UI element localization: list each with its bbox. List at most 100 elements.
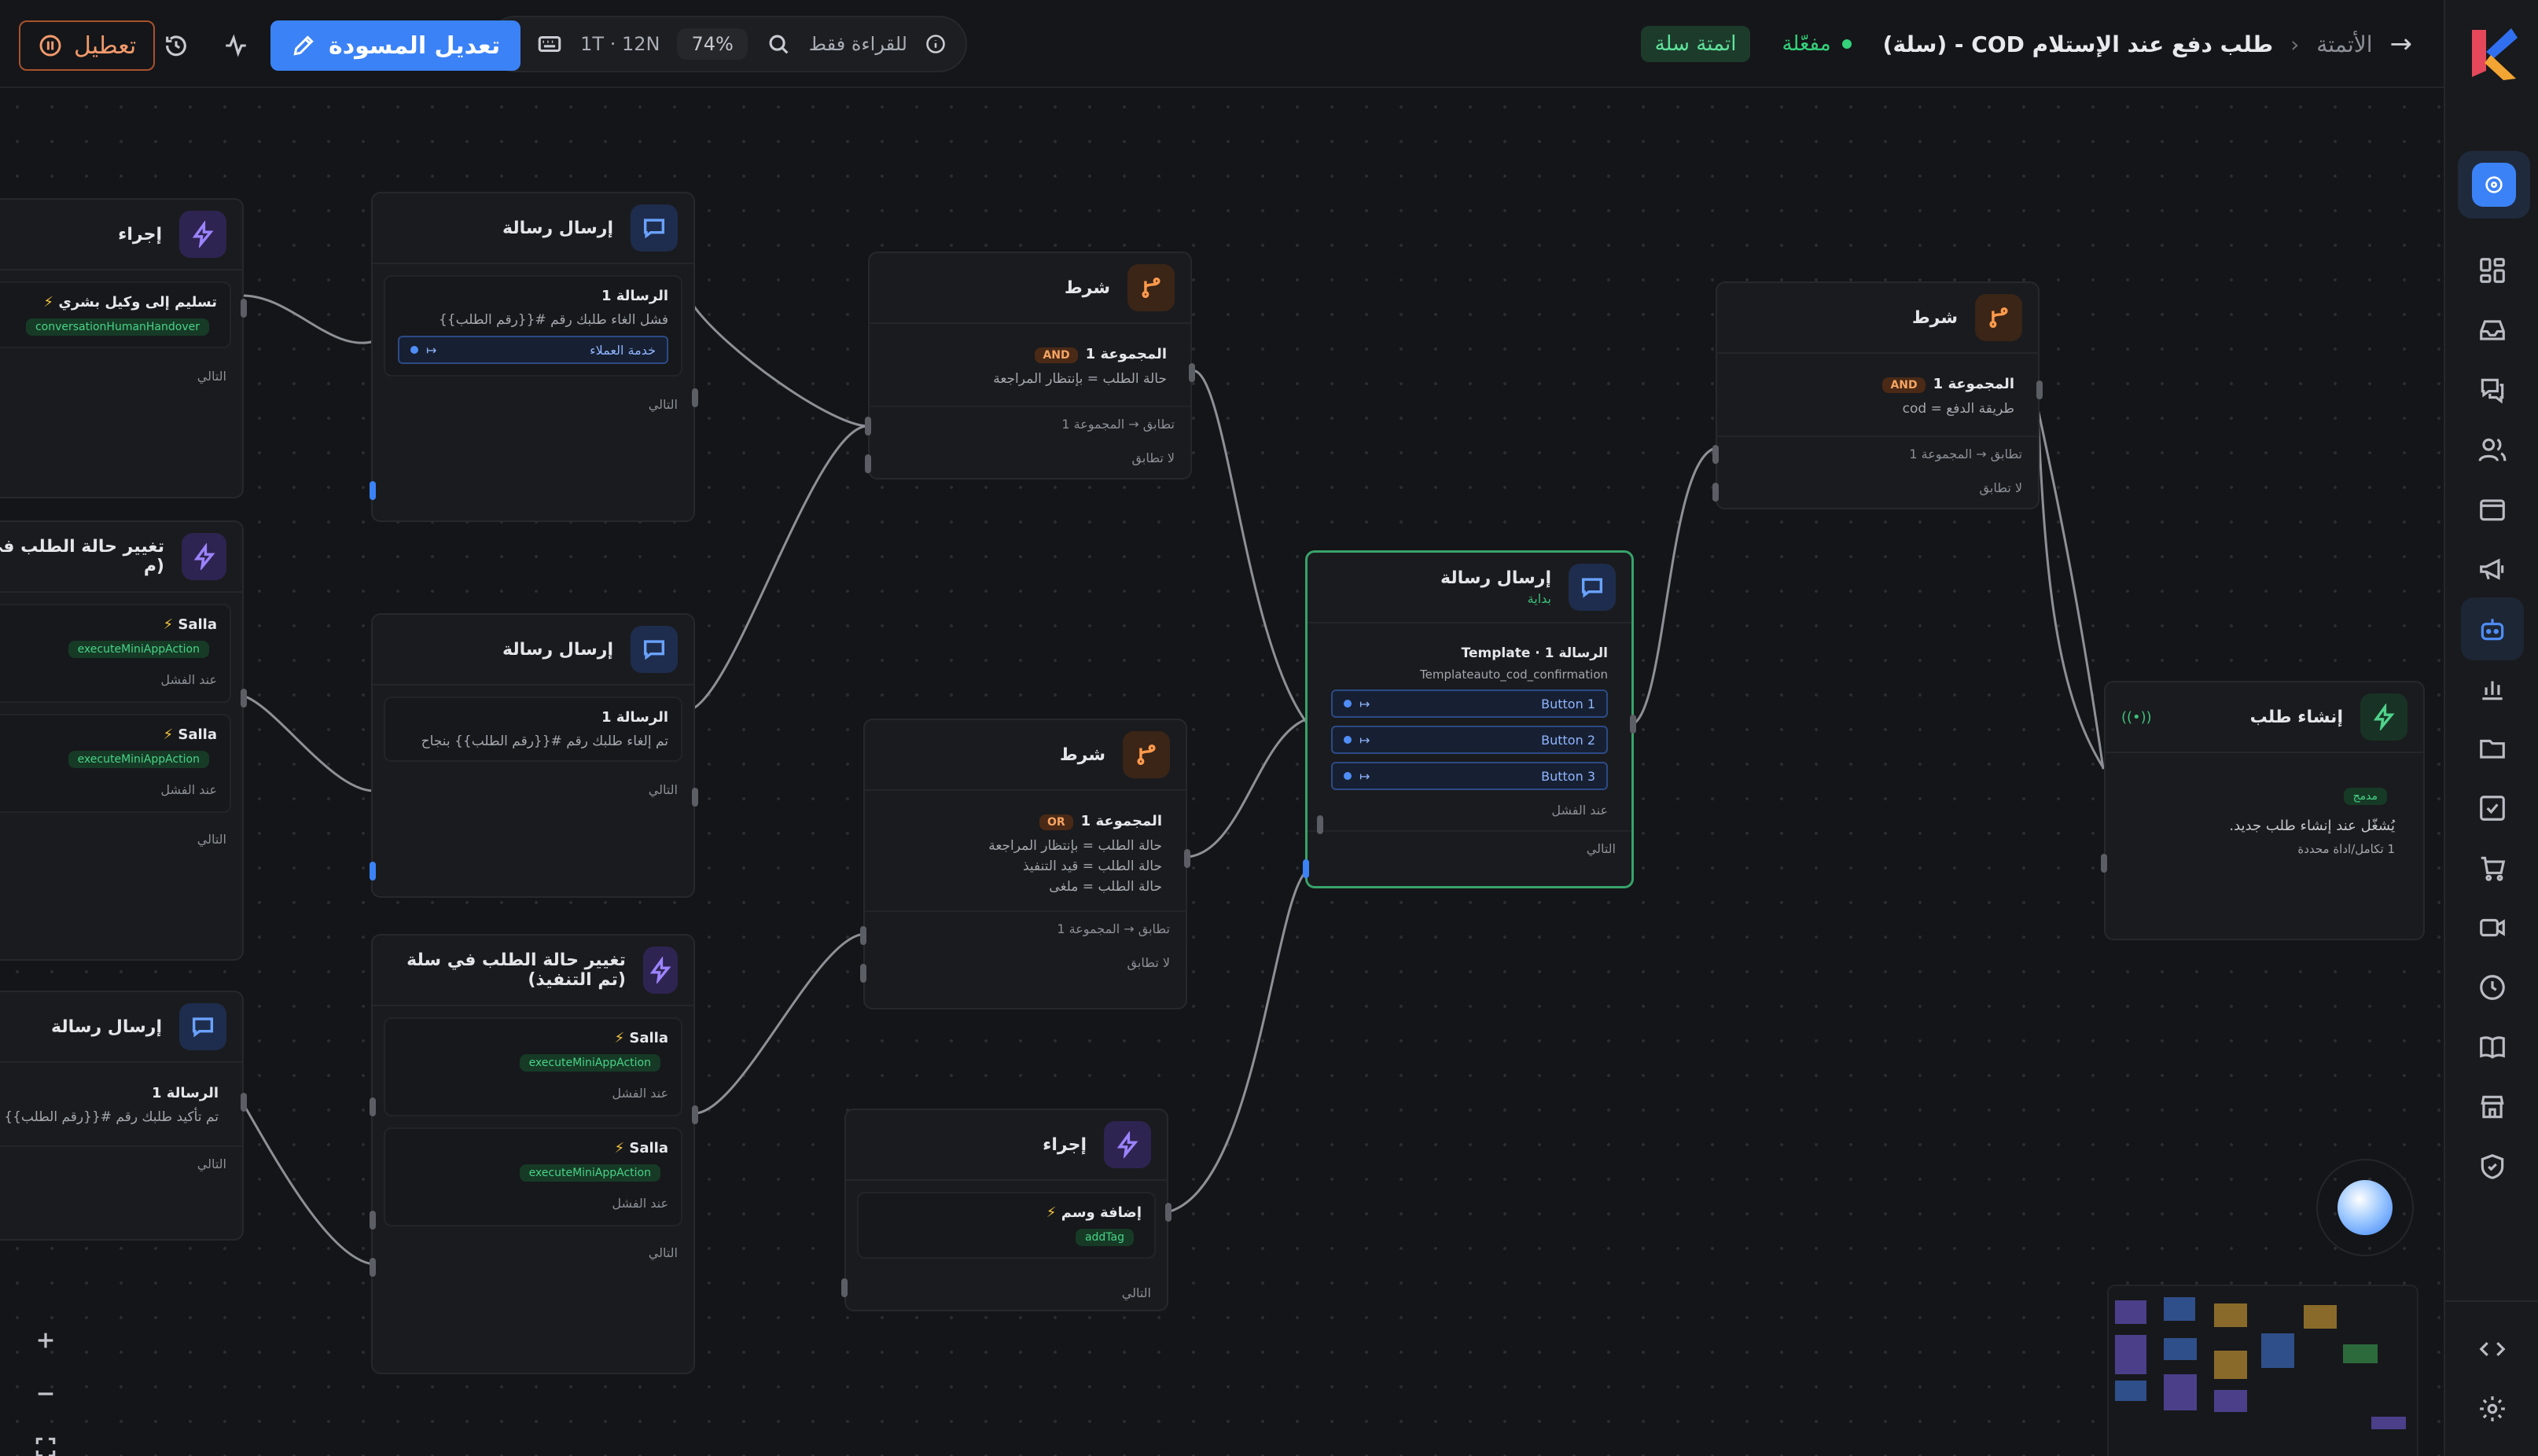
fail-handle[interactable]	[1317, 815, 1323, 834]
minimap-node	[2164, 1338, 2197, 1360]
node-send-message-left[interactable]: إرسال رسالة الرسالة 1 تم تأكيد طلبك رقم …	[0, 991, 247, 1241]
node-send-message-cancel-success[interactable]: إرسال رسالة الرسالة 1 تم إلغاء طلبك رقم …	[370, 613, 698, 898]
node-action-status-executed[interactable]: تغيير حالة الطلب في سلة (تم التنفيذ) Sal…	[370, 934, 698, 1374]
minimap-node	[2261, 1333, 2294, 1368]
minimap[interactable]	[2107, 1285, 2418, 1456]
edges-layer	[239, 294, 2106, 1266]
breadcrumb-automations-link[interactable]: الأتمتة	[2316, 31, 2372, 57]
sidebar-item-files[interactable]	[2472, 728, 2513, 769]
node-send-message-cancel-failed[interactable]: إرسال رسالة الرسالة 1 فشل الغاء طلبك رقم…	[370, 192, 698, 522]
input-handle[interactable]	[692, 388, 698, 407]
sidebar-item-dashboard[interactable]	[2472, 250, 2513, 291]
sidebar-item-video[interactable]	[2472, 907, 2513, 948]
disable-button[interactable]: تعطيل	[19, 20, 156, 71]
workflow-canvas[interactable]: إنشاء طلب ((•)) مدمج يُشغّل عند إنشاء طل…	[0, 90, 2444, 1456]
input-handle[interactable]	[1184, 849, 1190, 868]
sidebar-item-campaigns[interactable]	[2472, 549, 2513, 590]
fail-handle[interactable]	[370, 1211, 376, 1230]
sidebar-item-conversations[interactable]	[2472, 370, 2513, 410]
input-handle[interactable]	[2101, 854, 2107, 873]
fit-view-button[interactable]	[19, 1423, 72, 1456]
zoom-level[interactable]: 74%	[677, 28, 748, 60]
sidebar-item-developer[interactable]	[2472, 1329, 2513, 1370]
message-button-1[interactable]: ↦ Button 1	[1331, 689, 1608, 718]
node-condition-status-review[interactable]: شرط المجموعة 1 AND حالة الطلب = بإنتظار ا…	[865, 252, 1195, 480]
node-condition-status-or[interactable]: شرط المجموعة 1 OR حالة الطلب = بإنتظار ال…	[860, 719, 1190, 1009]
minimap-node	[2164, 1374, 2197, 1410]
input-handle[interactable]	[241, 299, 247, 318]
edit-draft-button[interactable]: تعديل المسودة	[270, 20, 521, 71]
input-handle[interactable]	[1165, 1203, 1172, 1222]
node-trigger-create-order[interactable]: إنشاء طلب ((•)) مدمج يُشغّل عند إنشاء طل…	[2101, 681, 2425, 940]
sidebar-item-channels[interactable]	[2472, 489, 2513, 530]
shield-icon	[2481, 1154, 2504, 1179]
back-arrow-icon[interactable]: →	[2390, 28, 2413, 60]
zoom-out-button[interactable]	[19, 1370, 72, 1418]
activity-button[interactable]	[215, 25, 256, 66]
keyboard-icon[interactable]	[536, 31, 563, 57]
node-action-human-handover[interactable]: إجراء تسليم إلى وكيل بشري ⚡ conversation…	[0, 198, 247, 498]
sidebar-item-settings[interactable]	[2472, 1388, 2513, 1429]
next-output: التالي	[648, 782, 678, 797]
fail-output: عند الفشل	[160, 782, 217, 797]
sidebar-item-store[interactable]	[2472, 1086, 2513, 1127]
match-handle[interactable]	[865, 417, 871, 436]
bolt-icon	[182, 533, 226, 580]
node-action-status-left[interactable]: تغيير حالة الطلب في سلة (م Salla ⚡ execu…	[0, 520, 247, 961]
sidebar-item-automations[interactable]	[2461, 597, 2524, 660]
operator-badge: OR	[1039, 814, 1073, 830]
nomatch-handle[interactable]	[1712, 483, 1719, 502]
checkbox-icon	[2480, 796, 2505, 821]
input-handle[interactable]	[1189, 363, 1195, 382]
sidebar-item-inbox[interactable]	[2472, 310, 2513, 351]
fail-handle[interactable]	[370, 1098, 376, 1116]
sidebar-item-contacts[interactable]	[2472, 429, 2513, 470]
input-handle[interactable]	[692, 1105, 698, 1124]
next-handle[interactable]	[370, 481, 376, 500]
input-handle[interactable]	[241, 689, 247, 708]
condition-rule: حالة الطلب = بإنتظار المراجعة	[993, 371, 1167, 387]
input-handle[interactable]	[241, 1093, 247, 1112]
match-handle[interactable]	[1712, 445, 1719, 464]
sidebar-item-knowledge[interactable]	[2472, 1027, 2513, 1068]
input-handle[interactable]	[2036, 381, 2043, 399]
info-icon	[926, 35, 945, 53]
app-logo-icon[interactable]	[2467, 24, 2521, 83]
bolt-small-icon: ⚡	[1046, 1204, 1057, 1221]
customer-service-button[interactable]: ↦ خدمة العملاء	[398, 336, 668, 364]
assistant-orb-button[interactable]	[2316, 1159, 2414, 1256]
sidebar-item-automation-bot[interactable]	[2458, 151, 2530, 219]
node-action-add-tag[interactable]: إجراء إضافة وسم ⚡ addTag التالي	[841, 1109, 1172, 1311]
message-button-2[interactable]: ↦ Button 2	[1331, 726, 1608, 754]
edge-cond-b-act-status-exec	[691, 932, 867, 1115]
sidebar-item-history[interactable]	[2472, 967, 2513, 1008]
nomatch-handle[interactable]	[865, 454, 871, 473]
operator-badge: AND	[1035, 347, 1078, 363]
sidebar-item-reports[interactable]	[2472, 668, 2513, 709]
next-handle[interactable]	[370, 862, 376, 881]
message-icon	[631, 626, 678, 673]
node-header: إجراء	[0, 200, 242, 270]
cart-icon	[2481, 856, 2506, 881]
next-output: التالي	[1121, 1285, 1151, 1300]
zoom-in-button[interactable]	[19, 1316, 72, 1365]
vendor-label: Salla	[178, 726, 217, 743]
bolt-icon	[2360, 693, 2407, 741]
next-handle[interactable]	[370, 1258, 376, 1277]
sidebar-item-security[interactable]	[2472, 1146, 2513, 1187]
message-button-3[interactable]: ↦ Button 3	[1331, 762, 1608, 790]
search-icon[interactable]	[765, 31, 792, 57]
function-badge: executeMiniAppAction	[519, 1164, 660, 1182]
next-handle[interactable]	[1303, 859, 1309, 878]
input-handle[interactable]	[692, 788, 698, 807]
sidebar-item-tasks[interactable]	[2472, 788, 2513, 829]
history-button[interactable]	[156, 25, 197, 66]
node-send-message-start[interactable]: إرسال رسالة بداية الرسالة 1 · Template Te…	[1303, 550, 1636, 888]
input-handle[interactable]	[1630, 715, 1636, 734]
message-block: الرسالة 1 تم إلغاء طلبك رقم #{{رقم الطلب…	[384, 697, 682, 762]
match-handle[interactable]	[860, 926, 866, 945]
sidebar-item-orders[interactable]	[2472, 847, 2513, 888]
next-handle[interactable]	[841, 1278, 848, 1297]
node-condition-payment[interactable]: شرط المجموعة 1 AND طريقة الدفع = cod تطاب…	[1712, 281, 2043, 509]
nomatch-handle[interactable]	[860, 964, 866, 983]
